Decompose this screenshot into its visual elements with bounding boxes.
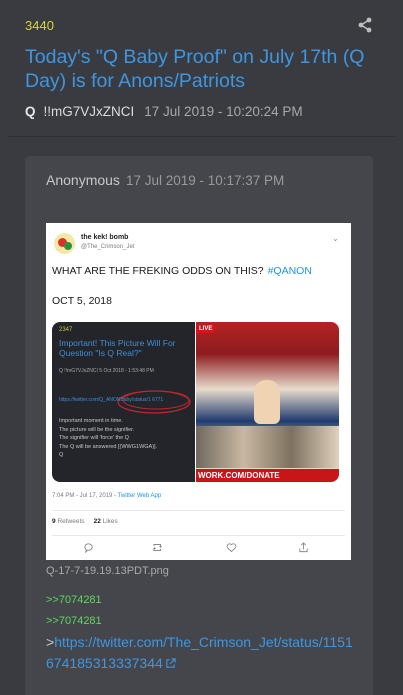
post-title: Today's "Q Baby Proof" on July 17th (Q D…: [25, 46, 365, 92]
tweet-hashtag: #QANON: [267, 265, 312, 277]
post-reference-link[interactable]: >>7074281: [46, 615, 102, 627]
tweet-stats: 9 Retweets 22 Likes: [52, 518, 118, 525]
post-datetime: 17 Jul 2019 - 10:20:24 PM: [144, 104, 303, 119]
tweet-via-app: Twitter Web App: [117, 493, 162, 499]
tweet-image[interactable]: the kek! bomb @The_Crimson_Jet ⌄ WHAT AR…: [46, 223, 351, 560]
external-tweet-link[interactable]: https://twitter.com/The_Crimson_Jet/stat…: [46, 634, 353, 671]
tweet-time: 7:04 PM - Jul 17, 2019 -: [52, 493, 117, 499]
reply-datetime: 17 Jul 2019 - 10:17:37 PM: [125, 173, 285, 188]
link-prefix: >: [46, 634, 55, 650]
post-author: Q: [25, 104, 36, 119]
tweet-text-body: WHAT ARE THE FREKING ODDS ON THIS?: [52, 265, 264, 277]
embedded-post-number: 2347: [59, 327, 73, 333]
retweets-count: 9: [52, 518, 56, 525]
tweet-avatar: [54, 233, 75, 254]
retweets-label: Retweets: [57, 518, 85, 525]
attachment-filename[interactable]: Q-17-7-19.19.13PDT.png: [46, 565, 169, 577]
share-icon[interactable]: [357, 17, 373, 33]
likes-count: 22: [93, 518, 101, 525]
embedded-post-meta: Q !!mG7VJxZNCI 5 Oct 2018 - 1:53:48 PM: [59, 368, 154, 374]
q-post: 3440 Today's "Q Baby Proof" on July 17th…: [0, 0, 403, 695]
embedded-post-line: Important moment in time.: [59, 418, 123, 424]
tweet-handle: @The_Crimson_Jet: [81, 244, 135, 250]
live-badge: LIVE: [196, 325, 216, 333]
quoted-reply: Anonymous 17 Jul 2019 - 10:17:37 PM the k…: [25, 156, 373, 695]
post-tripcode: !!mG7VJxZNCI: [43, 104, 135, 119]
reply-header: Anonymous 17 Jul 2019 - 10:17:37 PM: [46, 172, 284, 188]
reply-icon: [84, 543, 93, 553]
crowd-area: [196, 426, 339, 468]
embedded-post-line: The picture will be the signifier.: [59, 426, 135, 433]
tweet-date-line: OCT 5, 2018: [52, 295, 112, 307]
retweet-icon: [153, 544, 162, 551]
chevron-down-icon: ⌄: [332, 234, 339, 243]
rally-photo: LIVE WORK.COM/DONATE: [196, 322, 339, 482]
embedded-post-title: Important! This Picture Will For Questio…: [59, 338, 176, 358]
embedded-post-body: Important moment in time. The picture wi…: [59, 417, 191, 460]
tweet-divider: [52, 510, 345, 511]
external-link-icon[interactable]: [165, 658, 176, 669]
tweet-text: WHAT ARE THE FREKING ODDS ON THIS? #QANON: [52, 265, 312, 277]
divider: [8, 136, 395, 137]
like-icon: [226, 543, 237, 553]
post-reference-link[interactable]: >>7074281: [46, 594, 102, 606]
likes-label: Likes: [102, 518, 118, 525]
tweet-divider: [52, 535, 345, 536]
post-meta: Q !!mG7VJxZNCI 17 Jul 2019 - 10:20:24 PM: [25, 104, 303, 119]
tweet-timestamp: 7:04 PM - Jul 17, 2019 - Twitter Web App: [52, 493, 161, 499]
tweet-display-name: the kek! bomb: [81, 234, 129, 241]
baby-figure: [254, 380, 280, 424]
embedded-post-line: The Q will be answered [(WWG1WGA)].: [59, 443, 158, 450]
tweet-link-line: >https://twitter.com/The_Crimson_Jet/sta…: [46, 632, 356, 674]
post-number[interactable]: 3440: [25, 18, 54, 33]
embedded-post-link: https://twitter.com/Q_ANONBaby/status/1 …: [59, 397, 164, 403]
tweet-share-icon: [299, 542, 308, 553]
embedded-post-line: Q: [59, 452, 64, 458]
reply-author: Anonymous: [46, 172, 120, 188]
embedded-post-line: The signifier will 'force' the Q: [59, 435, 129, 441]
donate-banner: WORK.COM/DONATE: [196, 469, 339, 482]
embedded-q-post: 2347 Important! This Picture Will For Qu…: [52, 322, 195, 482]
